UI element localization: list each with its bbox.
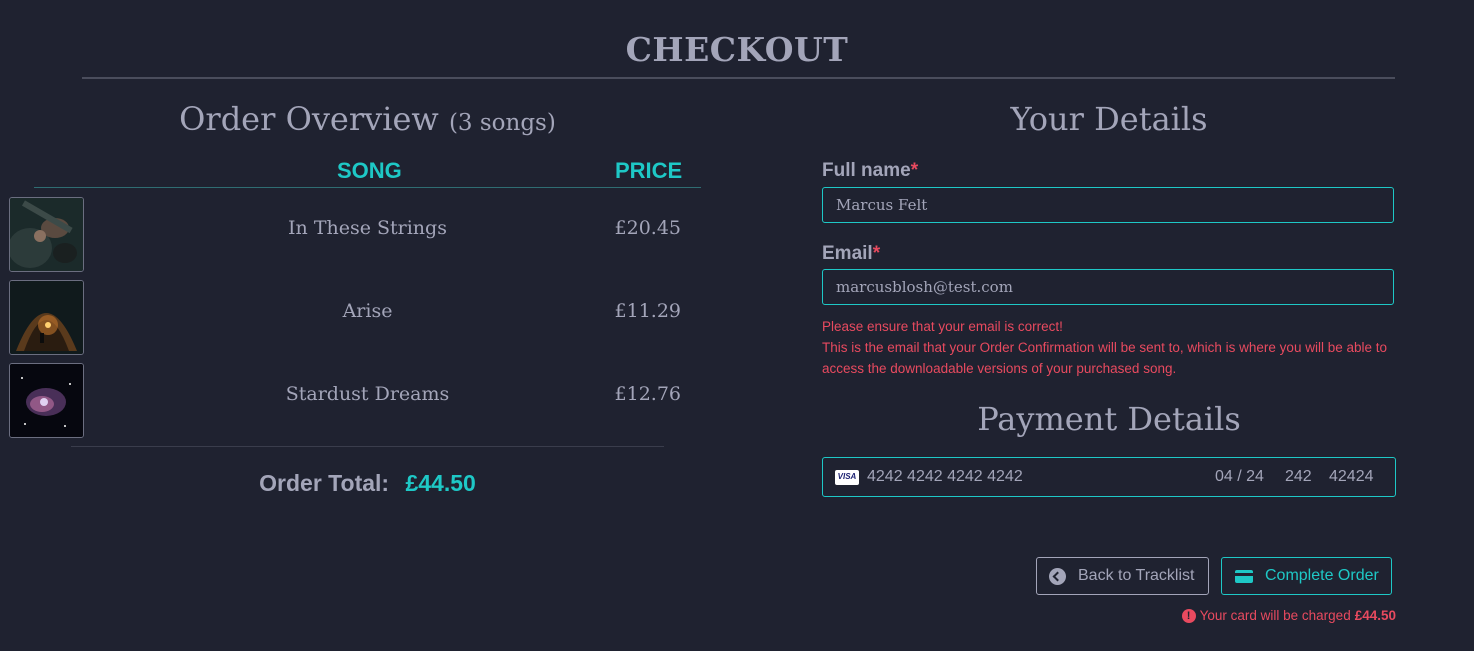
card-input-field[interactable]: VISA 4242 4242 4242 4242 04 / 24 242 424… <box>822 457 1396 497</box>
credit-card-icon <box>1235 569 1253 583</box>
visa-card-icon: VISA <box>835 470 859 485</box>
song-thumbnail <box>9 197 84 272</box>
song-name: Arise <box>342 300 393 322</box>
song-name: Stardust Dreams <box>285 383 450 405</box>
full-name-input[interactable] <box>823 188 1393 222</box>
email-input[interactable] <box>823 270 1393 304</box>
title-divider <box>82 77 1395 79</box>
your-details-heading: Your Details <box>1010 100 1208 138</box>
full-name-label: Full name* <box>822 160 918 182</box>
charge-notice-amount: £44.50 <box>1354 608 1396 623</box>
song-name: In These Strings <box>288 217 447 239</box>
table-footer-divider <box>71 446 664 447</box>
payment-details-heading: Payment Details <box>977 400 1241 438</box>
table-header-divider <box>34 187 701 188</box>
card-number-input[interactable]: 4242 4242 4242 4242 <box>867 468 1023 486</box>
complete-order-label: Complete Order <box>1265 567 1379 584</box>
back-to-tracklist-label: Back to Tracklist <box>1078 567 1195 584</box>
arrow-left-circle-icon <box>1049 567 1066 585</box>
required-marker: * <box>872 243 881 264</box>
song-price: £20.45 <box>614 217 681 239</box>
charge-notice: ! Your card will be charged £44.50 <box>1181 608 1396 623</box>
card-cvc-input[interactable]: 242 <box>1285 468 1312 486</box>
order-row: Stardust Dreams £12.76 <box>0 363 710 439</box>
order-row: Arise £11.29 <box>0 280 710 356</box>
charge-notice-text: Your card will be charged <box>1199 608 1351 623</box>
email-field[interactable] <box>822 269 1394 305</box>
song-price: £11.29 <box>614 300 681 322</box>
email-warning-text: This is the email that your Order Confir… <box>822 340 1387 376</box>
price-column-header: PRICE <box>615 158 683 183</box>
song-thumbnail <box>9 280 84 355</box>
order-total: Order Total: £44.50 <box>34 470 701 497</box>
song-column-header: SONG <box>337 158 402 183</box>
exclamation-circle-icon: ! <box>1181 608 1196 623</box>
back-to-tracklist-button[interactable]: Back to Tracklist <box>1036 557 1209 595</box>
email-warning: Please ensure that your email is correct… <box>822 316 1396 379</box>
order-overview-heading: Order Overview (3 songs) <box>34 100 701 138</box>
email-warning-title: Please ensure that your email is correct… <box>822 319 1063 334</box>
order-overview-title: Order Overview <box>179 100 439 138</box>
page-title: CHECKOUT <box>625 30 849 69</box>
email-label-text: Email <box>822 243 873 264</box>
card-expiry-input[interactable]: 04 / 24 <box>1215 468 1264 486</box>
full-name-field[interactable] <box>822 187 1394 223</box>
card-postal-input[interactable]: 42424 <box>1329 468 1374 486</box>
visa-card-brand: VISA <box>837 472 857 481</box>
order-row: In These Strings £20.45 <box>0 197 710 273</box>
song-thumbnail <box>9 363 84 438</box>
required-marker: * <box>910 160 919 181</box>
full-name-label-text: Full name <box>822 160 911 181</box>
song-price: £12.76 <box>614 383 681 405</box>
complete-order-button[interactable]: Complete Order <box>1221 557 1392 595</box>
order-total-label: Order Total: <box>259 470 390 496</box>
email-label: Email* <box>822 243 880 265</box>
order-total-value: £44.50 <box>405 470 476 496</box>
order-song-count: (3 songs) <box>448 110 556 136</box>
